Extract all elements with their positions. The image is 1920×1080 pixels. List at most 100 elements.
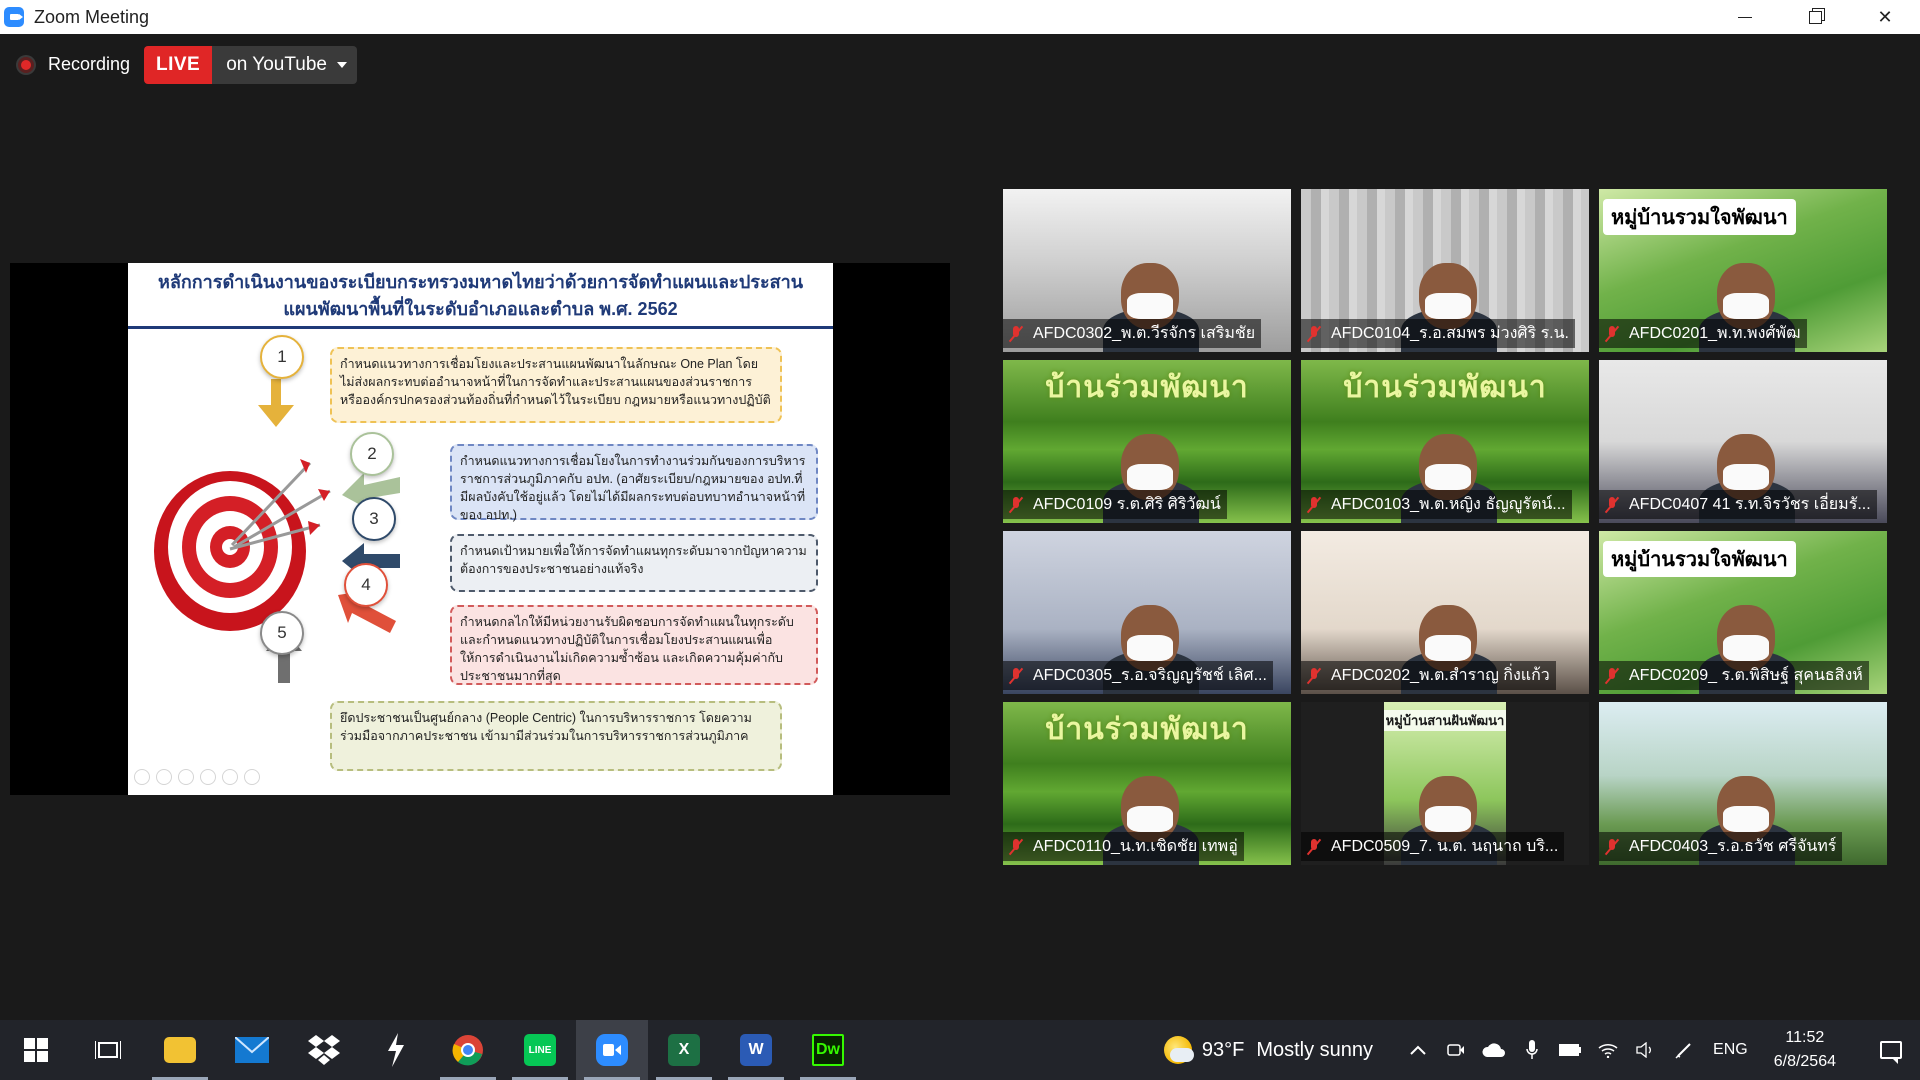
muted-mic-icon <box>1305 325 1323 343</box>
participant-video-tile[interactable]: บ้านร่วมพัฒนา AFDC0109 ร.ต.ศิริ ศิริวัฒน์ <box>1003 360 1291 523</box>
slides-icon[interactable] <box>200 769 216 785</box>
app-s-button[interactable] <box>360 1020 432 1080</box>
word-button[interactable]: W <box>720 1020 792 1080</box>
window-controls: ✕ <box>1710 0 1920 34</box>
notification-icon <box>1880 1041 1902 1064</box>
muted-mic-icon <box>1305 667 1323 685</box>
participant-video-tile[interactable]: AFDC0305_ร.อ.จริญญรัชช์ เลิศ... <box>1003 531 1291 694</box>
prev-slide-icon[interactable] <box>134 769 150 785</box>
clock-time: 11:52 <box>1785 1029 1825 1046</box>
record-dot-icon <box>18 56 34 73</box>
slide-title: หลักการดำเนินงานของระเบียบกระทรวงมหาดไทย… <box>128 263 833 329</box>
participant-name-label: AFDC0109 ร.ต.ศิริ ศิริวัฒน์ <box>1003 490 1227 519</box>
line-button[interactable]: LINE <box>504 1020 576 1080</box>
face-mask <box>1723 635 1769 661</box>
participant-name-label: AFDC0110_น.ท.เชิดชัย เทพอู่ <box>1003 832 1244 861</box>
virtual-background-banner: บ้านร่วมพัฒนา <box>1045 713 1249 746</box>
meet-now-icon[interactable] <box>1437 1020 1475 1080</box>
dreamweaver-button[interactable]: Dw <box>792 1020 864 1080</box>
pen-workspace-icon[interactable] <box>1665 1020 1703 1080</box>
mail-icon <box>235 1037 269 1063</box>
battery-icon[interactable] <box>1551 1020 1589 1080</box>
muted-mic-icon <box>1007 325 1025 343</box>
live-destination-label: on YouTube <box>226 54 327 75</box>
meeting-area: Recording LIVE on YouTube หลักการดำเนินง… <box>0 34 1920 1020</box>
start-button[interactable] <box>0 1020 72 1080</box>
restore-button[interactable] <box>1780 0 1850 34</box>
onedrive-cloud-icon[interactable] <box>1475 1020 1513 1080</box>
weather-widget[interactable]: 93°F Mostly sunny <box>1163 1036 1374 1064</box>
participant-video-tile[interactable]: AFDC0202_พ.ต.สำราญ กิ่งแก้ว <box>1301 531 1589 694</box>
task-view-icon <box>95 1041 121 1059</box>
participant-video-tile[interactable]: AFDC0302_พ.ต.วีรจักร เสริมชัย <box>1003 189 1291 352</box>
weather-condition: Mostly sunny <box>1256 1038 1374 1061</box>
slide-body: 1 2 3 4 5 กำหนดแนวทางการเชื่อมโยงและประส… <box>128 329 833 789</box>
participant-video-tile[interactable]: AFDC0403_ร.อ.ธวัช ศรีจันทร์ <box>1599 702 1887 865</box>
participant-video-tile[interactable]: AFDC0104_ร.อ.สมพร ม่วงศิริ ร.น. <box>1301 189 1589 352</box>
arrow-down-icon <box>258 379 294 427</box>
participant-name: AFDC0110_น.ท.เชิดชัย เทพอู่ <box>1033 838 1238 855</box>
mail-button[interactable] <box>216 1020 288 1080</box>
system-tray: 93°F Mostly sunny ENG 11:52 6/8/2564 <box>1163 1020 1920 1080</box>
participant-name-label: AFDC0103_พ.ต.หญิง ธัญญูรัตน์... <box>1301 490 1572 519</box>
presentation-slide: หลักการดำเนินงานของระเบียบกระทรวงมหาดไทย… <box>128 263 833 795</box>
system-clock[interactable]: 11:52 6/8/2564 <box>1774 1026 1836 1074</box>
show-hidden-icons-chevron-icon[interactable] <box>1399 1020 1437 1080</box>
participant-video-tile[interactable]: หมู่บ้านรวมใจพัฒนา AFDC0201_พ.ท.พงศ์พัฒ <box>1599 189 1887 352</box>
face-mask <box>1425 464 1471 490</box>
chrome-button[interactable] <box>432 1020 504 1080</box>
microphone-icon[interactable] <box>1513 1020 1551 1080</box>
participant-name: AFDC0302_พ.ต.วีรจักร เสริมชัย <box>1033 325 1256 342</box>
lightning-icon <box>388 1033 404 1067</box>
file-explorer-button[interactable] <box>144 1020 216 1080</box>
window-title: Zoom Meeting <box>34 6 150 27</box>
pen-icon[interactable] <box>178 769 194 785</box>
participant-video-tile[interactable]: บ้านร่วมพัฒนา AFDC0110_น.ท.เชิดชัย เทพอู่ <box>1003 702 1291 865</box>
participant-name: AFDC0509_7. น.ต. นฤนาถ บริ... <box>1331 838 1559 855</box>
face-mask <box>1723 806 1769 832</box>
minimize-button[interactable] <box>1710 0 1780 34</box>
shared-screen[interactable]: หลักการดำเนินงานของระเบียบกระทรวงมหาดไทย… <box>10 263 950 795</box>
participant-video-tile[interactable]: บ้านร่วมพัฒนา AFDC0103_พ.ต.หญิง ธัญญูรัตน… <box>1301 360 1589 523</box>
participant-name: AFDC0104_ร.อ.สมพร ม่วงศิริ ร.น. <box>1331 325 1569 342</box>
participant-video-tile[interactable]: AFDC0407 41 ร.ท.จิรวัชร เอี่ยมรั... <box>1599 360 1887 523</box>
participant-name-label: AFDC0202_พ.ต.สำราญ กิ่งแก้ว <box>1301 661 1556 690</box>
slide-nav-controls[interactable] <box>134 769 260 785</box>
recording-indicator[interactable]: Recording <box>18 54 130 75</box>
dropbox-button[interactable] <box>288 1020 360 1080</box>
participant-name-label: AFDC0407 41 ร.ท.จิรวัชร เอี่ยมรั... <box>1599 490 1877 519</box>
zoom-icon[interactable] <box>222 769 238 785</box>
input-language[interactable]: ENG <box>1713 1041 1748 1059</box>
more-icon[interactable] <box>244 769 260 785</box>
step-2-circle: 2 <box>350 432 394 476</box>
live-stream-control[interactable]: LIVE on YouTube <box>144 46 357 84</box>
participant-name-label: AFDC0104_ร.อ.สมพร ม่วงศิริ ร.น. <box>1301 319 1575 348</box>
live-destination-dropdown[interactable]: on YouTube <box>212 46 357 84</box>
zoom-button[interactable] <box>576 1020 648 1080</box>
close-button[interactable]: ✕ <box>1850 0 1920 34</box>
volume-icon[interactable] <box>1627 1020 1665 1080</box>
step-3-circle: 3 <box>352 497 396 541</box>
participant-name-label: AFDC0201_พ.ท.พงศ์พัฒ <box>1599 319 1807 348</box>
live-badge: LIVE <box>144 46 213 84</box>
participant-video-tile[interactable]: หมู่บ้านสานฝันพัฒนา AFDC0509_7. น.ต. นฤนา… <box>1301 702 1589 865</box>
windows-taskbar: LINE X W Dw 93°F Mostly sunny ENG 11:52 … <box>0 1020 1920 1080</box>
face-mask <box>1425 806 1471 832</box>
participant-name: AFDC0103_พ.ต.หญิง ธัญญูรัตน์... <box>1331 496 1566 513</box>
face-mask <box>1127 806 1173 832</box>
participant-video-tile[interactable]: หมู่บ้านรวมใจพัฒนา AFDC0209_ ร.ต.พิสิษฐ์ … <box>1599 531 1887 694</box>
step-5-text: ยึดประชาชนเป็นศูนย์กลาง (People Centric)… <box>330 701 782 771</box>
dropbox-icon <box>308 1035 340 1065</box>
chrome-icon <box>452 1035 483 1066</box>
next-slide-icon[interactable] <box>156 769 172 785</box>
notification-center-button[interactable] <box>1862 1020 1920 1080</box>
excel-button[interactable]: X <box>648 1020 720 1080</box>
task-view-button[interactable] <box>72 1020 144 1080</box>
dreamweaver-icon: Dw <box>812 1034 844 1066</box>
virtual-background-banner: บ้านร่วมพัฒนา <box>1045 371 1249 404</box>
wifi-icon[interactable] <box>1589 1020 1627 1080</box>
muted-mic-icon <box>1603 667 1621 685</box>
participant-name: AFDC0209_ ร.ต.พิสิษฐ์ สุคนธสิงห์ <box>1629 667 1863 684</box>
muted-mic-icon <box>1305 496 1323 514</box>
muted-mic-icon <box>1305 838 1323 856</box>
